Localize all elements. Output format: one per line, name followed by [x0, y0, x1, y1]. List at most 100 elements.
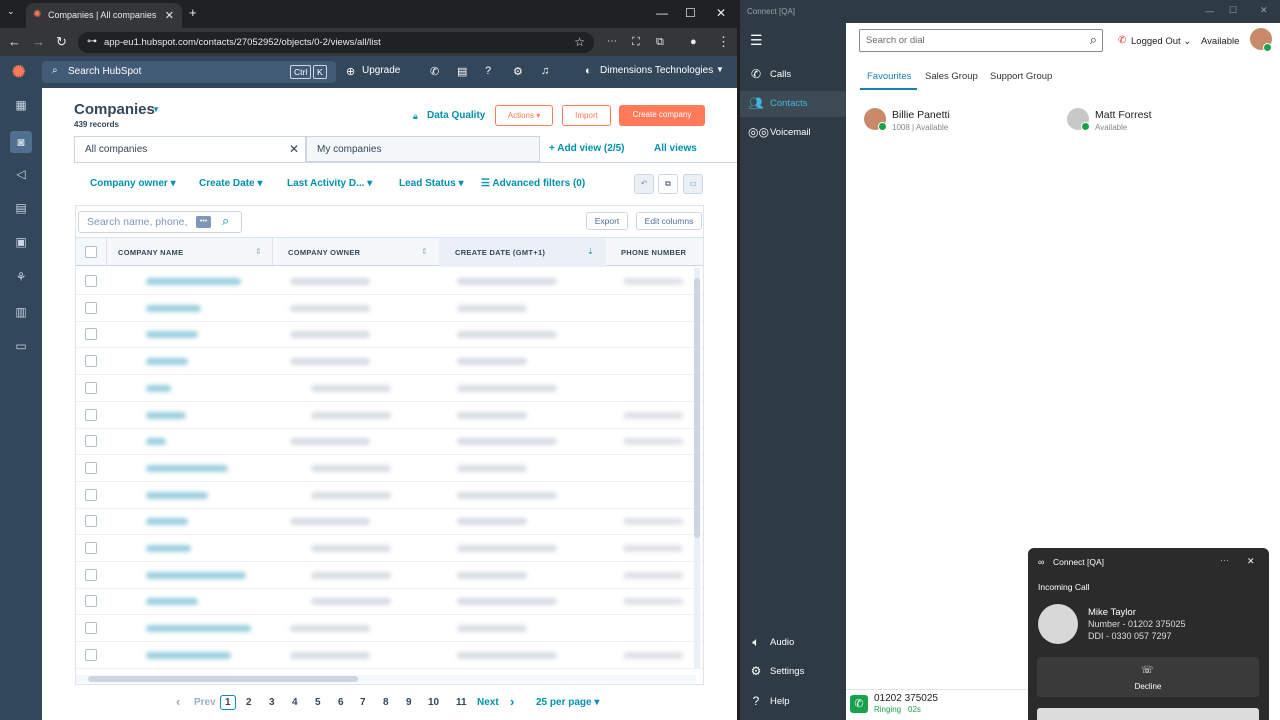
close-window-icon[interactable]: ✕	[716, 6, 726, 20]
nav-voicemail[interactable]: ◎◎ Voicemail	[740, 120, 846, 146]
settings-gear-icon[interactable]: ⚙	[513, 65, 523, 78]
save-view-icon[interactable]: ▭	[683, 174, 703, 194]
company-name-cell[interactable]	[146, 358, 188, 366]
row-checkbox[interactable]	[85, 381, 97, 394]
company-name-cell[interactable]	[146, 278, 241, 285]
export-button[interactable]: Export	[586, 212, 628, 230]
dial-search-input[interactable]: Search or dial ⌕	[859, 29, 1103, 52]
company-name-cell[interactable]	[146, 491, 208, 499]
page-9[interactable]: 9	[406, 697, 412, 708]
answer-button[interactable]	[1037, 708, 1259, 720]
table-row[interactable]	[76, 295, 703, 322]
hamburger-menu-icon[interactable]: ☰	[750, 32, 763, 49]
chrome-menu-icon[interactable]: ⋮	[717, 34, 730, 50]
account-caret-icon[interactable]: ▼	[716, 65, 724, 74]
table-search-input[interactable]: Search name, phone, ••• ⌕	[78, 211, 242, 233]
table-row[interactable]	[76, 321, 703, 349]
filter-lead-status[interactable]: Lead Status ▾	[399, 178, 464, 189]
row-checkbox[interactable]	[85, 622, 97, 635]
minimize-icon[interactable]: —	[1205, 6, 1214, 16]
row-checkbox[interactable]	[85, 355, 97, 368]
company-name-cell[interactable]	[146, 464, 228, 472]
table-row[interactable]	[76, 615, 703, 643]
account-icon[interactable]: ◐	[585, 65, 592, 77]
row-checkbox[interactable]	[85, 461, 97, 474]
filter-company-owner[interactable]: Company owner ▾	[90, 178, 176, 189]
browser-tab[interactable]: ✺ Companies | All companies ✕	[26, 3, 182, 28]
company-name-cell[interactable]	[146, 384, 171, 392]
actions-button[interactable]: Actions ▾	[495, 105, 553, 126]
close-icon[interactable]: ✕	[1247, 556, 1255, 567]
table-row[interactable]	[76, 535, 703, 562]
page-title[interactable]: Companies	[74, 101, 155, 118]
duplicate-view-icon[interactable]: ⧉	[658, 174, 678, 194]
row-checkbox[interactable]	[85, 568, 97, 581]
sort-icon[interactable]: ⇕	[255, 247, 262, 256]
table-row[interactable]	[76, 455, 703, 482]
edit-columns-button[interactable]: Edit columns	[636, 212, 702, 230]
calling-icon[interactable]: ✆	[430, 65, 439, 78]
reporting-icon[interactable]: ▥	[14, 305, 28, 319]
company-name-cell[interactable]	[146, 438, 166, 446]
nav-calls[interactable]: ✆ Calls	[740, 62, 846, 88]
row-checkbox[interactable]	[85, 515, 97, 528]
hubspot-logo-icon[interactable]: ✺	[12, 62, 25, 82]
forward-icon[interactable]: →	[32, 34, 45, 50]
new-tab-icon[interactable]: +	[189, 5, 197, 20]
minimize-icon[interactable]: —	[656, 6, 668, 20]
table-row[interactable]	[76, 588, 703, 616]
title-caret-icon[interactable]: ▼	[152, 105, 160, 114]
create-company-button[interactable]: Create company	[619, 105, 705, 126]
close-window-icon[interactable]: ✕	[1260, 5, 1268, 16]
decline-button[interactable]: ☏ Decline	[1037, 657, 1259, 697]
next-button[interactable]: Next	[477, 697, 499, 708]
library-folder-icon[interactable]: ▭	[14, 339, 28, 353]
company-name-cell[interactable]	[146, 304, 201, 312]
vertical-scrollbar[interactable]	[694, 268, 700, 668]
page-11[interactable]: 11	[456, 697, 467, 708]
import-button[interactable]: Import	[562, 105, 611, 126]
table-row[interactable]	[76, 375, 703, 402]
tab-favourites[interactable]: Favourites	[867, 71, 911, 82]
col-phone-number[interactable]: PHONE NUMBER	[621, 248, 686, 257]
contacts-icon[interactable]: ◙	[10, 131, 32, 153]
cast-icon[interactable]: ⛶	[632, 34, 640, 50]
filter-last-activity[interactable]: Last Activity D... ▾	[287, 178, 372, 189]
advanced-filters-button[interactable]: ☰ Advanced filters (0)	[481, 178, 585, 189]
bookmark-star-icon[interactable]: ☆	[574, 35, 585, 49]
nav-settings[interactable]: ⚙ Settings	[740, 659, 846, 685]
select-all-checkbox[interactable]	[85, 246, 97, 258]
tab-my-companies[interactable]: My companies	[306, 136, 540, 162]
call-status-bar[interactable]: ✆ 01202 375025 Ringing 02s	[846, 689, 1028, 720]
page-8[interactable]: 8	[383, 697, 389, 708]
prev-button[interactable]: Prev	[194, 697, 216, 708]
back-icon[interactable]: ←	[8, 34, 21, 50]
company-name-cell[interactable]	[146, 598, 198, 606]
company-name-cell[interactable]	[146, 545, 191, 552]
nav-help[interactable]: ? Help	[740, 689, 846, 715]
automation-icon[interactable]: ⚘	[14, 270, 28, 284]
table-row[interactable]	[76, 642, 703, 669]
help-icon[interactable]: ?	[485, 65, 491, 77]
more-icon[interactable]: •••	[196, 216, 211, 228]
page-5[interactable]: 5	[315, 697, 321, 708]
sort-desc-icon[interactable]: ⇣	[587, 247, 594, 256]
page-6[interactable]: 6	[338, 697, 344, 708]
col-company-owner[interactable]: COMPANY OWNER	[288, 248, 360, 257]
address-bar[interactable]: ⊶ app-eu1.hubspot.com/contacts/27052952/…	[78, 32, 594, 53]
notifications-bell-icon[interactable]: ♫	[541, 65, 549, 77]
row-checkbox[interactable]	[85, 435, 97, 448]
table-row[interactable]	[76, 402, 703, 429]
maximize-icon[interactable]: ☐	[685, 6, 696, 20]
tab-search-icon[interactable]: ⌄	[7, 6, 15, 17]
row-checkbox[interactable]	[85, 328, 97, 341]
page-3[interactable]: 3	[269, 697, 275, 708]
row-checkbox[interactable]	[85, 301, 97, 314]
table-row[interactable]	[76, 268, 703, 295]
workspaces-icon[interactable]: ▦	[14, 98, 28, 112]
company-name-cell[interactable]	[146, 411, 186, 419]
tab-support-group[interactable]: Support Group	[990, 71, 1052, 82]
tab-all-companies[interactable]: All companies ✕	[74, 136, 306, 162]
content-icon[interactable]: ▤	[14, 201, 28, 215]
commerce-icon[interactable]: ▣	[14, 235, 28, 249]
